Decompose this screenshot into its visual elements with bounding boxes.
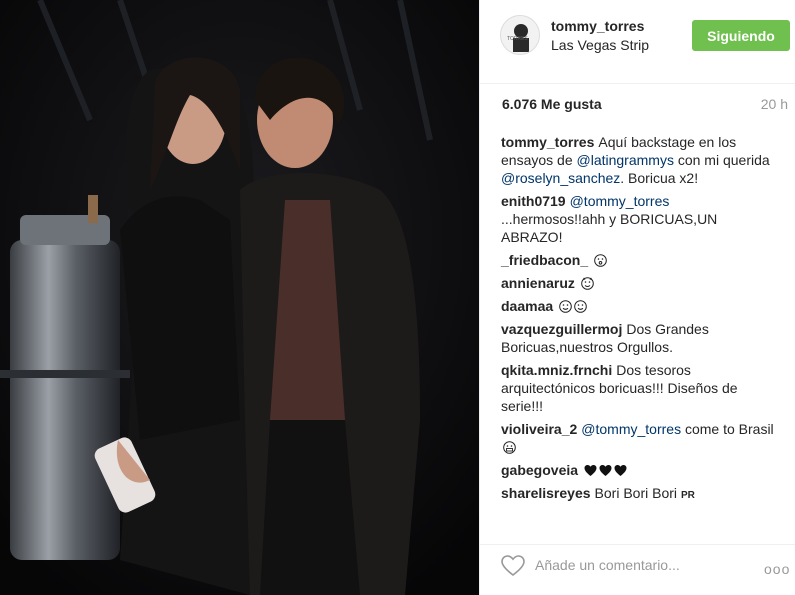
- comment-username[interactable]: daamaa: [501, 298, 553, 314]
- post-location[interactable]: Las Vegas Strip: [551, 37, 649, 53]
- comment-username[interactable]: gabegoveia: [501, 462, 578, 478]
- comment: sharelisreyes Bori Bori Bori PR: [501, 484, 777, 505]
- comment-username[interactable]: _friedbacon_: [501, 252, 588, 268]
- comment-username[interactable]: enith0719: [501, 193, 566, 209]
- heart-icon: [584, 465, 597, 476]
- comment-text: con mi querida: [673, 152, 770, 168]
- post-username[interactable]: tommy_torres: [551, 18, 644, 34]
- comment-username[interactable]: qkita.mniz.frnchi: [501, 362, 612, 378]
- comment-username[interactable]: sharelisreyes: [501, 485, 591, 501]
- photo-illustration: [0, 0, 479, 595]
- svg-text:TORRES: TORRES: [507, 36, 528, 42]
- comment: annienaruz: [501, 274, 777, 292]
- post-header: TORRES tommy_torres Las Vegas Strip Sigu…: [480, 0, 795, 84]
- comment-username[interactable]: violiveira_2: [501, 421, 577, 437]
- post-photo[interactable]: [0, 0, 479, 595]
- comment-username[interactable]: vazquezguillermoj: [501, 321, 622, 337]
- more-options-icon[interactable]: ooo: [764, 561, 790, 577]
- comment: tommy_torres Aquí backstage en los ensayo…: [501, 133, 777, 187]
- smile-face-icon: [574, 300, 587, 313]
- country-badge: PR: [681, 490, 695, 501]
- comment-text: ...hermosos!!ahh y BORICUAS,UN ABRAZO!: [501, 211, 718, 245]
- post-viewer: TORRES tommy_torres Las Vegas Strip Sigu…: [0, 0, 795, 595]
- surprised-face-icon: [594, 254, 607, 267]
- mention-link[interactable]: @tommy_torres: [570, 193, 670, 209]
- mention-link[interactable]: @tommy_torres: [581, 421, 681, 437]
- comment-input[interactable]: Añade un comentario...: [535, 557, 680, 573]
- comment-text: Bori Bori Bori: [594, 485, 677, 501]
- likes-count[interactable]: 6.076 Me gusta: [502, 96, 602, 112]
- mention-link[interactable]: @roselyn_sanchez: [501, 170, 620, 186]
- following-button[interactable]: Siguiendo: [692, 20, 790, 51]
- comments-list: tommy_torres Aquí backstage en los ensayo…: [501, 133, 777, 510]
- like-heart-icon[interactable]: [501, 555, 525, 577]
- comment: enith0719 @tommy_torres ...hermosos!!ahh …: [501, 192, 777, 246]
- post-meta: 6.076 Me gusta 20 h: [502, 96, 788, 112]
- avatar-image: TORRES: [501, 16, 539, 54]
- grin-face-icon: [503, 441, 516, 454]
- heart-icon: [599, 465, 612, 476]
- comment-text: come to Brasil: [681, 421, 774, 437]
- cat-face-icon: [581, 277, 594, 290]
- comment: vazquezguillermoj Dos Grandes Boricuas,nu…: [501, 320, 777, 356]
- tank: [0, 195, 130, 560]
- smile-face-icon: [559, 300, 572, 313]
- comment: qkita.mniz.frnchi Dos tesoros arquitectón…: [501, 361, 777, 415]
- avatar[interactable]: TORRES: [500, 15, 540, 55]
- comment-username[interactable]: annienaruz: [501, 275, 575, 291]
- mention-link[interactable]: @latingrammys: [577, 152, 674, 168]
- post-sidebar: TORRES tommy_torres Las Vegas Strip Sigu…: [479, 0, 795, 595]
- comment: daamaa: [501, 297, 777, 315]
- comment: gabegoveia: [501, 461, 777, 479]
- heart-icon: [614, 465, 627, 476]
- comment: _friedbacon_: [501, 251, 777, 269]
- post-time[interactable]: 20 h: [761, 96, 788, 112]
- comment: violiveira_2 @tommy_torres come to Brasil: [501, 420, 777, 456]
- comment-text: . Boricua x2!: [620, 170, 699, 186]
- comment-bar: Añade un comentario... ooo: [480, 544, 795, 595]
- comment-username[interactable]: tommy_torres: [501, 134, 594, 150]
